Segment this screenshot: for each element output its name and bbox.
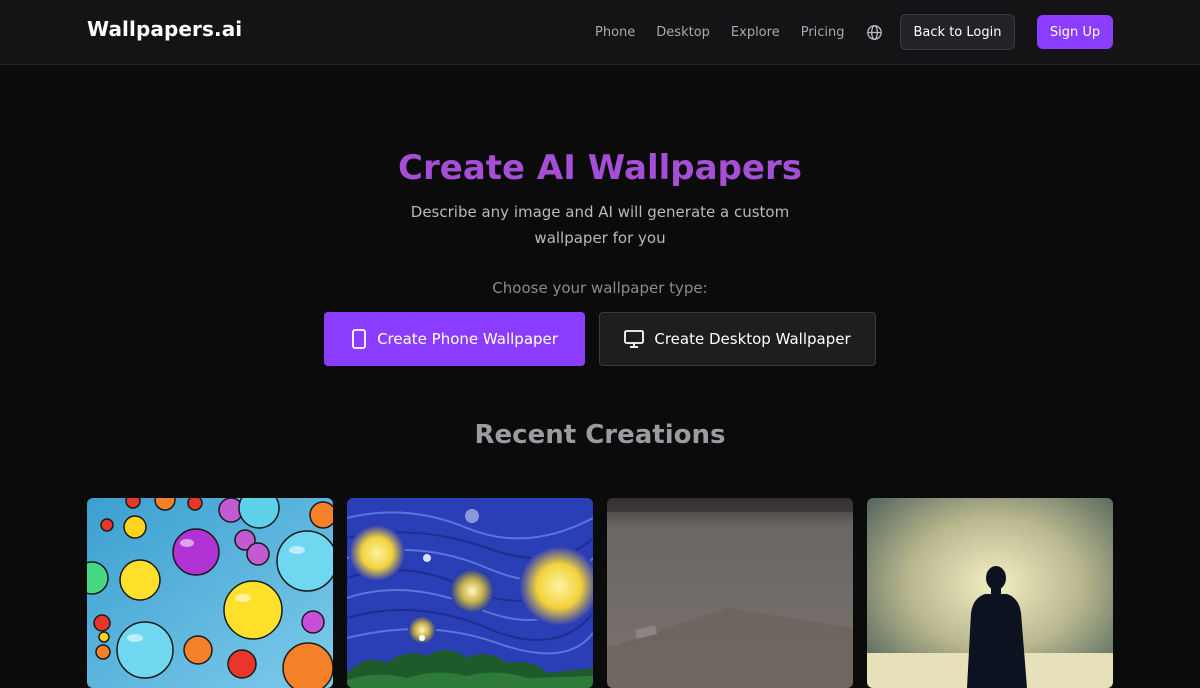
page-title: Create AI Wallpapers [398,148,802,188]
monitor-icon [624,330,645,348]
phone-icon [351,329,367,349]
back-to-login-button[interactable]: Back to Login [900,14,1015,50]
gray-room-image [607,498,853,688]
silhouette-image [867,498,1113,688]
nav-link-pricing[interactable]: Pricing [801,25,845,40]
nav-link-phone[interactable]: Phone [595,25,635,40]
create-desktop-wallpaper-button[interactable]: Create Desktop Wallpaper [599,312,876,366]
hero-subtitle: Describe any image and AI will generate … [410,203,790,247]
globe-icon[interactable] [866,23,884,41]
create-phone-wallpaper-button[interactable]: Create Phone Wallpaper [324,312,585,366]
top-navbar: Wallpapers.ai Phone Desktop Explore Pric… [0,0,1200,65]
bubbles-image [87,498,333,688]
nav-link-explore[interactable]: Explore [731,25,780,40]
create-phone-wallpaper-label: Create Phone Wallpaper [377,330,558,348]
wallpaper-thumbnail-gray-room[interactable] [607,498,853,688]
nav-links: Phone Desktop Explore Pricing [595,0,884,64]
wallpaper-thumbnail-silhouette[interactable] [867,498,1113,688]
sign-up-button[interactable]: Sign Up [1037,15,1113,49]
create-desktop-wallpaper-label: Create Desktop Wallpaper [654,330,851,348]
nav-link-desktop[interactable]: Desktop [656,25,710,40]
starry-night-image [347,498,593,688]
choose-type-label: Choose your wallpaper type: [492,279,708,297]
recent-creations-heading: Recent Creations [474,420,726,450]
brand-logo[interactable]: Wallpapers.ai [87,17,242,41]
wallpaper-thumbnail-starry-night[interactable] [347,498,593,688]
wallpaper-thumbnail-bubbles[interactable] [87,498,333,688]
